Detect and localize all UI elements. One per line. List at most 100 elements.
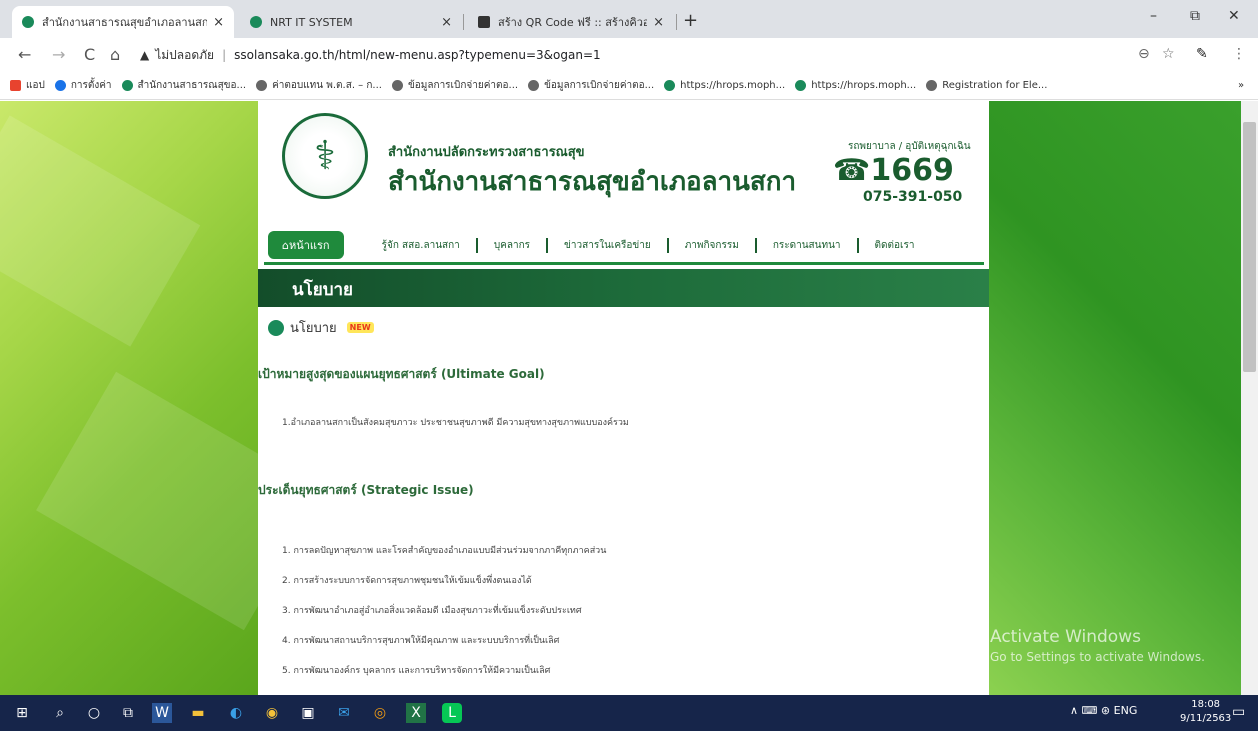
windows-start-icon[interactable]: ⊞	[12, 703, 32, 723]
tab-title: สำนักงานสาธารณสุขอำเภอลานสกา	[42, 16, 208, 29]
star-icon[interactable]: ☆	[1162, 46, 1175, 62]
tab-title: สร้าง QR Code ฟรี :: สร้างคิวอาร์โค้ด	[498, 16, 648, 29]
restore-button[interactable]: ⧉	[1190, 8, 1200, 24]
site-favicon-icon	[250, 16, 262, 28]
line-icon[interactable]: L	[442, 703, 462, 723]
org-subtitle: สำนักงานปลัดกระทรวงสาธารณสุข	[388, 145, 585, 160]
goal-text: 1.อำเภอลานสกาเป็นสังคมสุขภาวะ ประชาชนสุข…	[282, 418, 629, 428]
menu-icon[interactable]: ⋮	[1232, 46, 1246, 62]
activate-windows-text: Go to Settings to activate Windows.	[990, 650, 1205, 664]
tab-qr[interactable]: สร้าง QR Code ฟรี :: สร้างคิวอาร์โค้ด ×	[468, 6, 674, 38]
menu-news[interactable]: ข่าวสารในเครือข่าย	[548, 237, 669, 253]
bookmark-settings[interactable]: การตั้งค่า	[54, 78, 112, 93]
edge-icon[interactable]: ◐	[226, 703, 246, 723]
tab-close-icon[interactable]: ×	[213, 15, 224, 30]
hotline-number: ☎1669	[833, 153, 954, 188]
bullet-icon	[268, 319, 284, 336]
security-text[interactable]: ไม่ปลอดภัย	[155, 46, 214, 65]
search-icon[interactable]: ⌕	[50, 703, 70, 723]
section-title: นโยบาย	[290, 321, 337, 336]
goal-heading: เป้าหมายสูงสุดของแผนยุทธศาสตร์ (Ultimate…	[258, 367, 545, 381]
bg-facet	[0, 115, 201, 347]
gear-icon	[54, 80, 66, 91]
system-tray[interactable]: ∧ ⌨ ⊛ ENG	[1070, 704, 1137, 717]
scrollbar-thumb[interactable]	[1243, 122, 1256, 372]
globe-icon	[926, 80, 938, 91]
notification-icon[interactable]: ▭	[1232, 704, 1245, 720]
word-icon[interactable]: W	[152, 703, 172, 723]
home-icon[interactable]: ⌂	[110, 45, 120, 64]
moph-logo-icon[interactable]: ⚕	[282, 113, 368, 199]
bookmark-item[interactable]: https://hrops.moph...	[795, 80, 916, 91]
issue-item: 3. การพัฒนาอำเภอสู่อำเภอสิ่งแวดล้อมดี เม…	[282, 606, 582, 616]
cortana-icon[interactable]: ○	[84, 703, 104, 723]
tab-active[interactable]: สำนักงานสาธารณสุขอำเภอลานสกา ×	[12, 6, 234, 38]
browser-icon[interactable]: ◎	[370, 703, 390, 723]
address-bar[interactable]: ▲ ไม่ปลอดภัย | ssolansaka.go.th/html/new…	[140, 42, 1220, 68]
apps-icon	[10, 80, 21, 91]
minimize-button[interactable]: –	[1150, 8, 1157, 24]
globe-icon	[528, 80, 540, 91]
mail-icon[interactable]: ✉	[334, 703, 354, 723]
clock-time: 18:08	[1191, 699, 1221, 710]
issue-item: 4. การพัฒนาสถานบริการสุขภาพให้มีคุณภาพ แ…	[282, 636, 560, 646]
reload-icon[interactable]: C	[84, 45, 95, 64]
tab-separator	[676, 14, 677, 30]
issue-item: 2. การสร้างระบบการจัดการสุขภาพชุมชนให้เข…	[282, 576, 532, 586]
new-badge: NEW	[346, 322, 374, 333]
excel-icon[interactable]: X	[406, 703, 426, 723]
page-viewport: ⚕ สำนักงานปลัดกระทรวงสาธารณสุข สำนักงานส…	[0, 101, 1241, 695]
close-window-button[interactable]: ✕	[1228, 8, 1240, 24]
bookmarks-bar: แอป การตั้งค่า สำนักงานสาธารณสุขอ... ค่า…	[0, 72, 1258, 100]
page-content: ⚕ สำนักงานปลัดกระทรวงสาธารณสุข สำนักงานส…	[258, 101, 989, 695]
new-tab-button[interactable]: +	[683, 10, 698, 31]
url-text[interactable]: ssolansaka.go.th/html/new-menu.asp?typem…	[234, 48, 601, 62]
store-icon[interactable]: ▣	[298, 703, 318, 723]
tab-close-icon[interactable]: ×	[441, 15, 452, 30]
bookmark-label: ข้อมูลการเบิกจ่ายค่าตอ...	[407, 80, 519, 91]
issue-item: 5. การพัฒนาองค์กร บุคลากร และการบริหารจั…	[282, 666, 551, 676]
bookmark-item[interactable]: Registration for Ele...	[926, 80, 1047, 91]
tab-close-icon[interactable]: ×	[653, 15, 664, 30]
menu-contact[interactable]: ติดต่อเรา	[859, 238, 931, 253]
taskbar-clock[interactable]: 18:08 9/11/2563	[1180, 698, 1231, 726]
main-menu: ⌂ หน้าแรก รู้จัก สสอ.ลานสกา บุคลากร ข่าวส…	[268, 229, 984, 261]
address-separator: |	[222, 48, 227, 62]
forward-icon[interactable]: →	[52, 45, 65, 64]
tab-title: NRT IT SYSTEM	[270, 15, 353, 29]
tab-separator	[463, 14, 464, 30]
bookmark-label: ค่าตอบแทน พ.ต.ส. – ก...	[272, 80, 382, 91]
globe-icon	[256, 80, 268, 91]
zoom-icon[interactable]: ⊖	[1138, 46, 1150, 62]
bookmark-label: ข้อมูลการเบิกจ่ายค่าตอ...	[544, 80, 655, 91]
bookmark-label: https://hrops.moph...	[811, 80, 917, 91]
bookmark-item[interactable]: ข้อมูลการเบิกจ่ายค่าตอ...	[391, 78, 519, 93]
section-banner: นโยบาย	[258, 269, 989, 307]
menu-home[interactable]: ⌂ หน้าแรก	[268, 231, 344, 259]
menu-staff[interactable]: บุคลากร	[478, 237, 549, 253]
banner-title: นโยบาย	[292, 280, 354, 300]
bookmark-item[interactable]: ค่าตอบแทน พ.ต.ส. – ก...	[256, 78, 382, 93]
menu-forum[interactable]: กระดานสนทนา	[757, 237, 859, 253]
bookmark-item[interactable]: https://hrops.moph...	[664, 80, 785, 91]
site-favicon-icon	[121, 80, 133, 91]
task-view-icon[interactable]: ⧉	[118, 703, 138, 723]
site-favicon-icon	[795, 80, 807, 91]
activate-windows-title: Activate Windows	[990, 627, 1141, 647]
menu-gallery[interactable]: ภาพกิจกรรม	[669, 237, 757, 253]
bookmarks-more-button[interactable]: »	[1238, 80, 1244, 91]
bookmark-label: สำนักงานสาธารณสุขอ...	[137, 80, 247, 91]
bookmark-item[interactable]: สำนักงานสาธารณสุขอ...	[121, 78, 247, 93]
menu-divider	[264, 262, 984, 265]
menu-about[interactable]: รู้จัก สสอ.ลานสกา	[366, 237, 478, 253]
background-right	[989, 101, 1241, 695]
extension-icon[interactable]: ✎	[1196, 46, 1208, 62]
site-favicon-icon	[22, 16, 34, 28]
back-icon[interactable]: ←	[18, 45, 31, 64]
bookmark-label: การตั้งค่า	[70, 80, 112, 91]
bookmark-apps[interactable]: แอป	[10, 78, 45, 93]
chrome-icon[interactable]: ◉	[262, 703, 282, 723]
file-explorer-icon[interactable]: ▬	[188, 703, 208, 723]
bookmark-item[interactable]: ข้อมูลการเบิกจ่ายค่าตอ...	[528, 78, 654, 93]
tab-nrt[interactable]: NRT IT SYSTEM ×	[240, 6, 462, 38]
